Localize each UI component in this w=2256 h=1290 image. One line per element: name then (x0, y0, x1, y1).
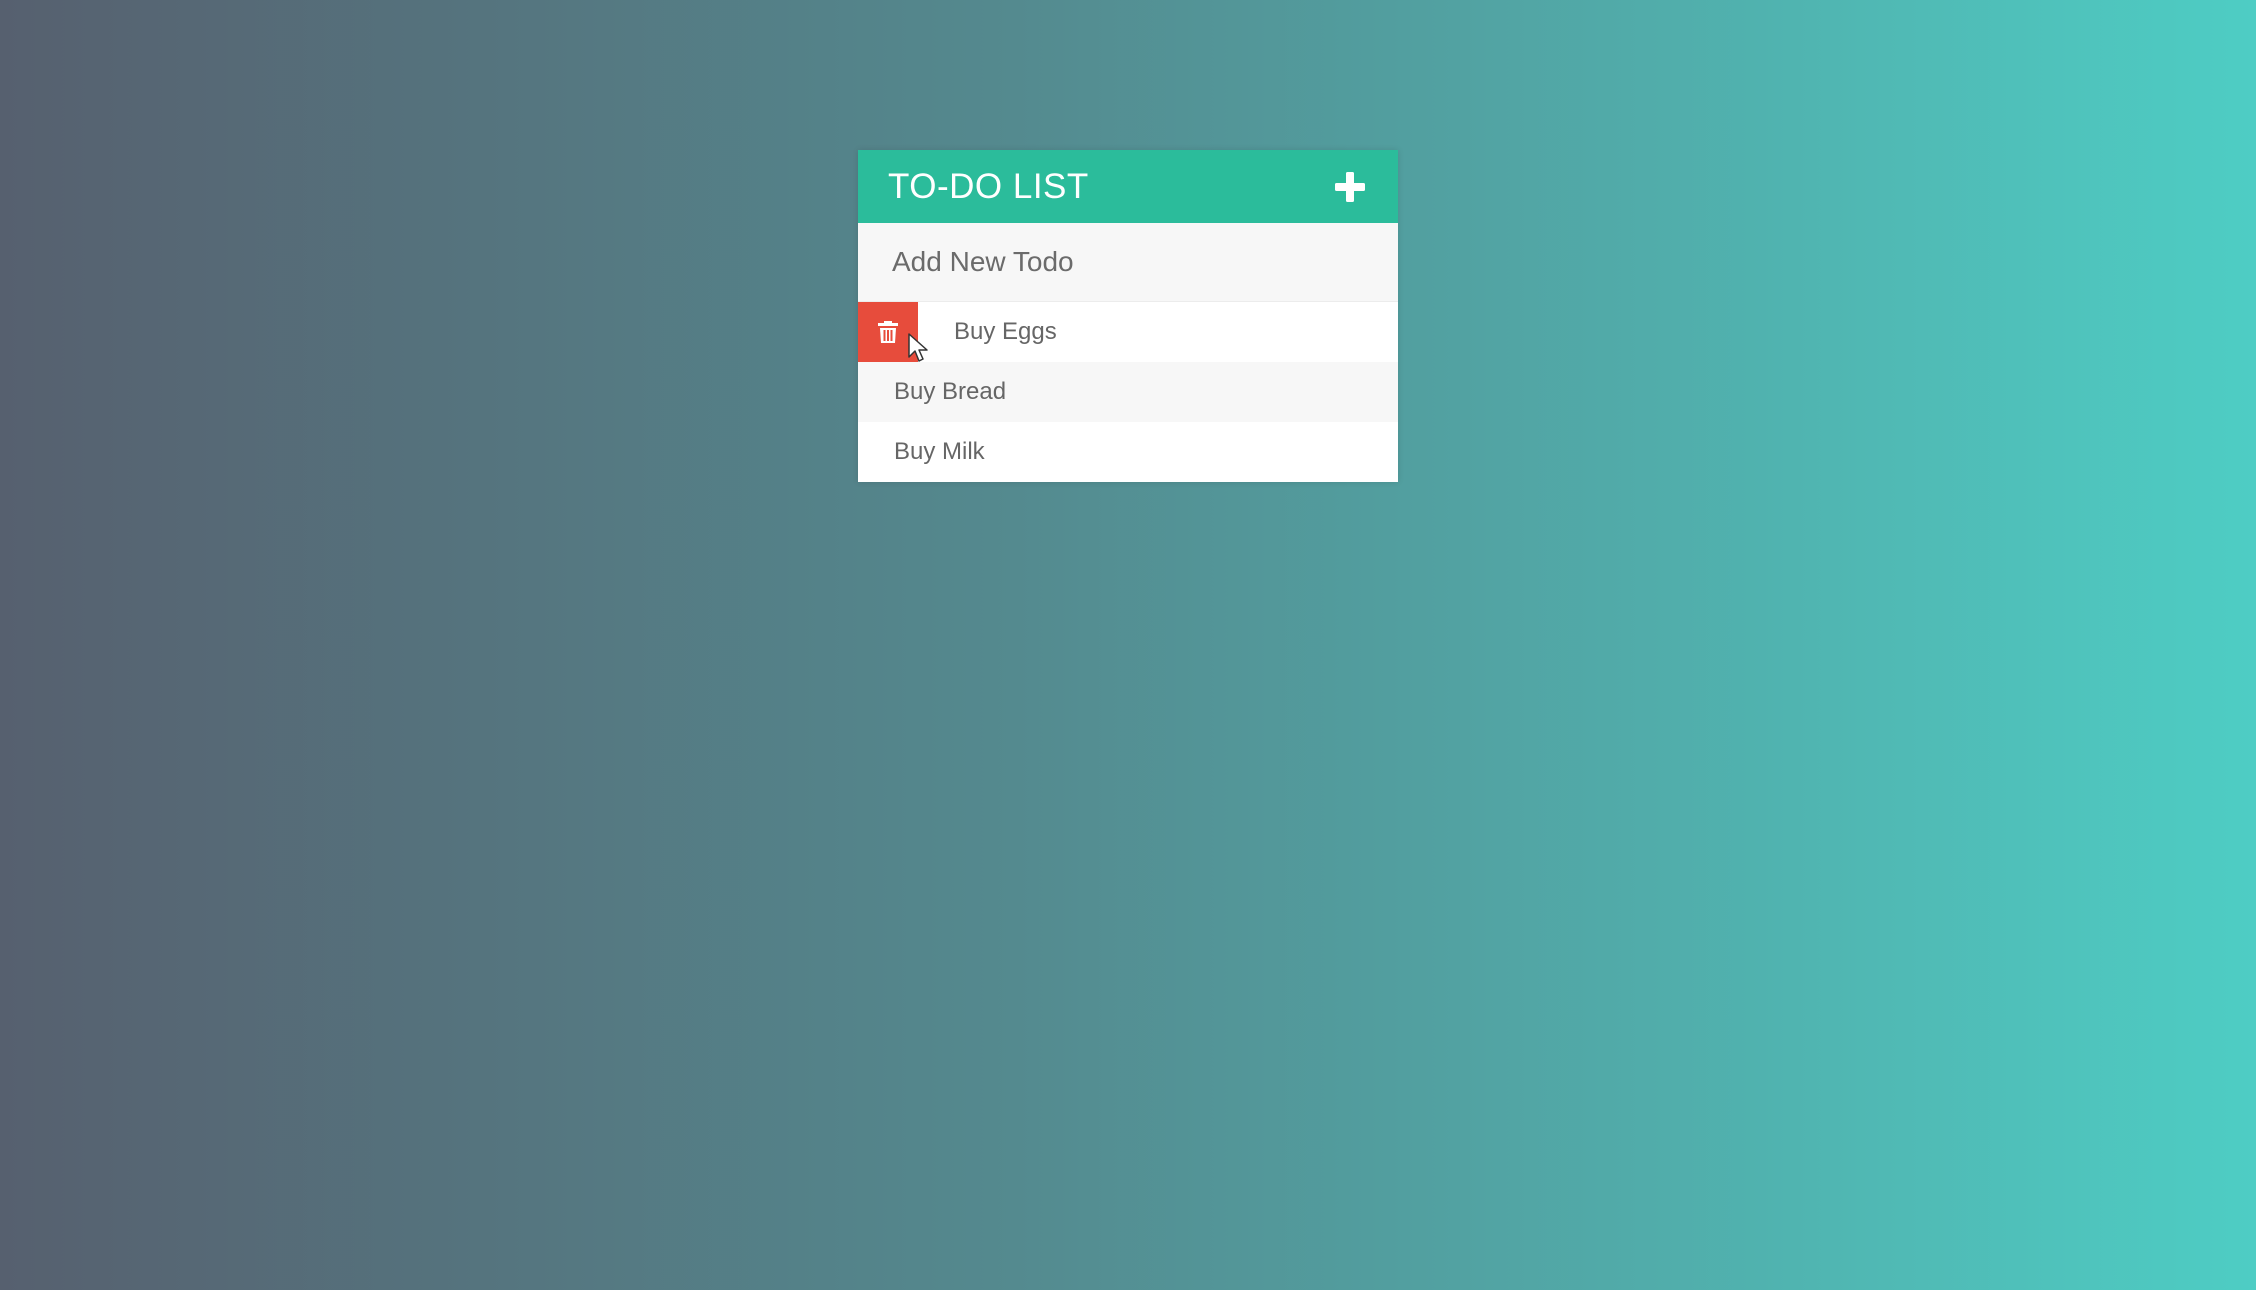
delete-button[interactable] (858, 302, 918, 362)
list-item[interactable]: Buy Milk (858, 422, 1398, 482)
list-item[interactable]: Buy Eggs (858, 302, 1398, 362)
trash-icon (878, 321, 898, 343)
todo-header: TO-DO LIST (858, 150, 1398, 223)
new-todo-input[interactable] (858, 223, 1398, 301)
todo-label: Buy Eggs (954, 318, 1057, 345)
list-item[interactable]: Buy Bread (858, 362, 1398, 422)
todo-card: TO-DO LIST Buy Eggs (858, 150, 1398, 482)
new-todo-row (858, 223, 1398, 302)
todo-label: Buy Milk (894, 438, 985, 465)
plus-icon (1335, 171, 1365, 202)
page-title: TO-DO LIST (888, 166, 1089, 206)
todo-list: Buy Eggs Buy Bread Buy Milk (858, 302, 1398, 482)
todo-label: Buy Bread (894, 378, 1007, 405)
add-todo-toggle-button[interactable] (1330, 167, 1370, 207)
